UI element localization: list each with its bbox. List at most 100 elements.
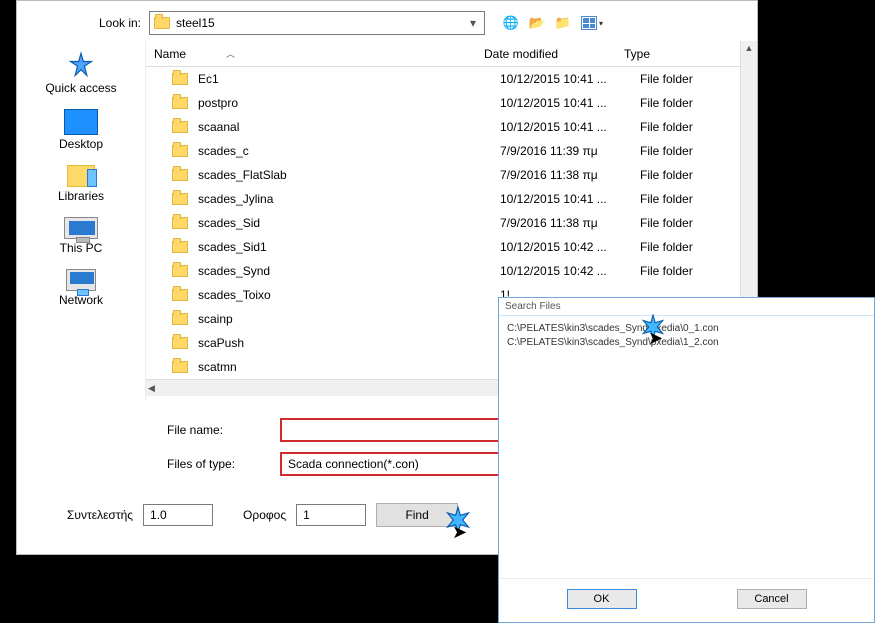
new-folder-icon[interactable]: 📁 bbox=[555, 15, 571, 31]
cancel-button[interactable]: Cancel bbox=[737, 589, 807, 609]
search-dialog-title: Search Files bbox=[499, 298, 874, 316]
folder-icon bbox=[172, 337, 188, 349]
chevron-down-icon[interactable]: ▾ bbox=[466, 16, 480, 30]
view-menu-button[interactable]: ▾ bbox=[581, 16, 603, 30]
file-type-combo[interactable]: Scada connection(*.con) bbox=[281, 453, 521, 475]
file-date-cell: 10/12/2015 10:41 ... bbox=[500, 192, 640, 206]
place-label: This PC bbox=[60, 241, 103, 255]
table-row[interactable]: Ec110/12/2015 10:41 ...File folder bbox=[146, 67, 757, 91]
folder-icon bbox=[172, 289, 188, 301]
column-label: Name bbox=[154, 47, 186, 61]
file-name-cell: scaanal bbox=[198, 120, 500, 134]
table-row[interactable]: scades_Synd10/12/2015 10:42 ...File fold… bbox=[146, 259, 757, 283]
table-row[interactable]: scades_FlatSlab7/9/2016 11:38 πμFile fol… bbox=[146, 163, 757, 187]
file-date-cell: 10/12/2015 10:42 ... bbox=[500, 264, 640, 278]
file-date-cell: 10/12/2015 10:41 ... bbox=[500, 96, 640, 110]
file-type-label: Files of type: bbox=[167, 457, 267, 471]
file-type-cell: File folder bbox=[640, 264, 730, 278]
floor-label: Οροφος bbox=[243, 508, 286, 522]
place-desktop[interactable]: Desktop bbox=[17, 105, 145, 155]
file-name-cell: scades_Jylina bbox=[198, 192, 500, 206]
ok-button[interactable]: OK bbox=[567, 589, 637, 609]
table-row[interactable]: postpro10/12/2015 10:41 ...File folder bbox=[146, 91, 757, 115]
look-in-label: Look in: bbox=[31, 16, 141, 30]
network-icon bbox=[66, 269, 96, 291]
floor-input[interactable] bbox=[296, 504, 366, 526]
folder-icon bbox=[172, 217, 188, 229]
file-type-cell: File folder bbox=[640, 72, 730, 86]
sort-ascending-icon: ︿ bbox=[226, 47, 235, 60]
table-row[interactable]: scaanal10/12/2015 10:41 ...File folder bbox=[146, 115, 757, 139]
this-pc-icon bbox=[64, 217, 98, 239]
search-result-item[interactable]: C:\PELATES\kin3\scades_Synd\pxedia\0_1.c… bbox=[507, 322, 866, 336]
place-libraries[interactable]: Libraries bbox=[17, 161, 145, 207]
nav-toolbar: 🌐 📂 📁 ▾ bbox=[503, 15, 603, 31]
file-name-cell: scades_Sid bbox=[198, 216, 500, 230]
search-result-item[interactable]: C:\PELATES\kin3\scades_Synd\pxedia\1_2.c… bbox=[507, 336, 866, 350]
folder-icon bbox=[172, 121, 188, 133]
desktop-icon bbox=[64, 109, 98, 135]
file-date-cell: 7/9/2016 11:39 πμ bbox=[500, 144, 640, 158]
column-header-name[interactable]: Name ︿ bbox=[154, 47, 484, 61]
file-name-cell: scades_FlatSlab bbox=[198, 168, 500, 182]
file-name-cell: postpro bbox=[198, 96, 500, 110]
file-name-cell: scades_Toixo bbox=[198, 288, 500, 302]
folder-icon bbox=[172, 313, 188, 325]
file-date-cell: 10/12/2015 10:41 ... bbox=[500, 72, 640, 86]
file-type-cell: File folder bbox=[640, 168, 730, 182]
file-name-cell: scainp bbox=[198, 312, 500, 326]
table-row[interactable]: scades_Sid110/12/2015 10:42 ...File fold… bbox=[146, 235, 757, 259]
table-row[interactable]: scades_Sid7/9/2016 11:38 πμFile folder bbox=[146, 211, 757, 235]
file-type-cell: File folder bbox=[640, 216, 730, 230]
folder-icon bbox=[172, 145, 188, 157]
look-in-combo[interactable]: steel15 ▾ bbox=[149, 11, 485, 35]
up-one-level-icon[interactable]: 📂 bbox=[529, 15, 545, 31]
file-name-cell: Ec1 bbox=[198, 72, 500, 86]
place-network[interactable]: Network bbox=[17, 265, 145, 311]
file-name-cell: scaPush bbox=[198, 336, 500, 350]
place-label: Libraries bbox=[58, 189, 104, 203]
column-header-type[interactable]: Type bbox=[624, 47, 714, 61]
file-type-cell: File folder bbox=[640, 144, 730, 158]
folder-icon bbox=[172, 193, 188, 205]
folder-icon bbox=[172, 265, 188, 277]
search-results-list: C:\PELATES\kin3\scades_Synd\pxedia\0_1.c… bbox=[499, 316, 874, 578]
file-date-cell: 10/12/2015 10:41 ... bbox=[500, 120, 640, 134]
file-type-cell: File folder bbox=[640, 96, 730, 110]
place-this-pc[interactable]: This PC bbox=[17, 213, 145, 259]
folder-icon bbox=[172, 169, 188, 181]
search-results-dialog: Search Files C:\PELATES\kin3\scades_Synd… bbox=[498, 297, 875, 623]
folder-icon bbox=[172, 73, 188, 85]
place-label: Quick access bbox=[45, 81, 116, 95]
file-name-cell: scades_Sid1 bbox=[198, 240, 500, 254]
folder-icon bbox=[154, 17, 170, 29]
file-name-cell: scades_Synd bbox=[198, 264, 500, 278]
find-button-label: Find bbox=[405, 508, 428, 522]
folder-icon bbox=[172, 241, 188, 253]
place-label: Desktop bbox=[59, 137, 103, 151]
column-header-date[interactable]: Date modified bbox=[484, 47, 624, 61]
look-in-row: Look in: steel15 ▾ 🌐 📂 📁 ▾ bbox=[17, 1, 757, 41]
file-date-cell: 10/12/2015 10:42 ... bbox=[500, 240, 640, 254]
find-button[interactable]: Find bbox=[376, 503, 458, 527]
file-name-cell: scatmn bbox=[198, 360, 500, 374]
folder-icon bbox=[172, 361, 188, 373]
back-icon[interactable]: 🌐 bbox=[503, 15, 519, 31]
scroll-up-icon[interactable]: ▲ bbox=[745, 43, 754, 53]
coefficient-label: Συντελεστής bbox=[67, 508, 133, 522]
coefficient-input[interactable] bbox=[143, 504, 213, 526]
table-row[interactable]: scades_c7/9/2016 11:39 πμFile folder bbox=[146, 139, 757, 163]
file-type-cell: File folder bbox=[640, 192, 730, 206]
file-name-input[interactable] bbox=[281, 419, 521, 441]
folder-icon bbox=[172, 97, 188, 109]
file-type-cell: File folder bbox=[640, 120, 730, 134]
places-bar: Quick access Desktop Libraries This PC N… bbox=[17, 41, 145, 401]
file-name-cell: scades_c bbox=[198, 144, 500, 158]
look-in-value: steel15 bbox=[176, 16, 460, 30]
file-list-header: Name ︿ Date modified Type bbox=[146, 41, 757, 67]
place-quick-access[interactable]: Quick access bbox=[17, 47, 145, 99]
libraries-icon bbox=[67, 165, 95, 187]
file-date-cell: 7/9/2016 11:38 πμ bbox=[500, 168, 640, 182]
file-date-cell: 7/9/2016 11:38 πμ bbox=[500, 216, 640, 230]
table-row[interactable]: scades_Jylina10/12/2015 10:41 ...File fo… bbox=[146, 187, 757, 211]
